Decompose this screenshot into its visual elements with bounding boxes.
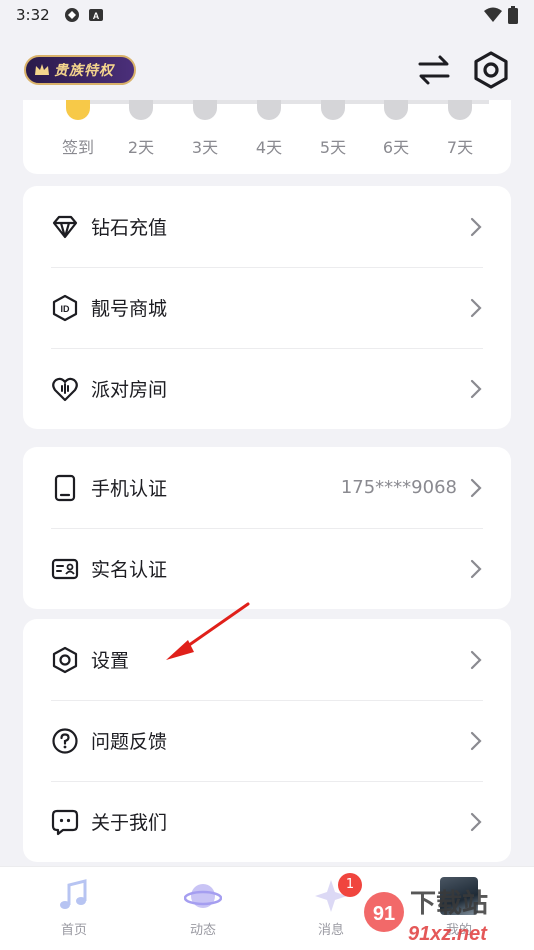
- checkin-coin-icon: [257, 100, 281, 120]
- planet-icon: [184, 884, 222, 908]
- item-label: 手机认证: [91, 478, 168, 500]
- crown-icon: [35, 64, 49, 75]
- settings-icon: [52, 646, 78, 673]
- top-bar: 贵族特权: [0, 44, 534, 100]
- party-room-item[interactable]: 派对房间: [23, 348, 511, 429]
- checkin-day: 4天: [249, 100, 289, 158]
- chevron-right-icon: [470, 298, 482, 317]
- checkin-day-label: 5天: [319, 138, 347, 157]
- item-label: 问题反馈: [91, 731, 168, 753]
- checkin-day: 3天: [185, 100, 225, 158]
- id-badge-icon: ID: [52, 294, 78, 321]
- diamond-recharge-item[interactable]: 钻石充值: [23, 186, 511, 267]
- svg-text:A: A: [92, 11, 99, 21]
- checkin-today-icon: [66, 100, 90, 120]
- checkin-day: 5天: [313, 100, 353, 158]
- account-card: 手机认证 175****9068 实名认证: [23, 447, 511, 609]
- checkin-coin-icon: [129, 100, 153, 120]
- item-label: 实名认证: [91, 559, 168, 581]
- checkin-day-label: 6天: [382, 138, 410, 157]
- avatar: [440, 877, 478, 915]
- checkin-day-label: 2天: [127, 138, 155, 157]
- real-name-verify-item[interactable]: 实名认证: [23, 528, 511, 609]
- settings-icon[interactable]: [471, 50, 511, 90]
- svg-text:ID: ID: [61, 304, 71, 314]
- sync-icon: [64, 8, 79, 22]
- checkin-day-label: 7天: [446, 138, 474, 157]
- nav-label: 首页: [60, 923, 87, 938]
- chevron-right-icon: [470, 812, 482, 831]
- about-us-item[interactable]: 关于我们: [23, 781, 511, 862]
- party-heart-icon: [52, 377, 78, 401]
- checkin-coin-icon: [448, 100, 472, 120]
- chevron-right-icon: [470, 478, 482, 497]
- misc-card: 设置 问题反馈 关于我们: [23, 619, 511, 862]
- status-bar: 3:32 A: [0, 0, 534, 30]
- status-time: 3:32: [16, 6, 50, 24]
- nav-home[interactable]: 首页: [34, 877, 114, 938]
- item-label: 关于我们: [91, 812, 168, 834]
- chevron-right-icon: [470, 650, 482, 669]
- checkin-coin-icon: [193, 100, 217, 120]
- item-label: 钻石充值: [91, 217, 168, 239]
- wifi-icon: [484, 7, 502, 22]
- phone-verify-item[interactable]: 手机认证 175****9068: [23, 447, 511, 528]
- nav-label: 动态: [189, 923, 216, 938]
- checkin-day: 6天: [376, 100, 416, 158]
- item-label: 靓号商城: [91, 298, 168, 320]
- checkin-day-label: 3天: [191, 138, 219, 157]
- nav-messages[interactable]: 1 消息: [291, 873, 371, 938]
- chevron-right-icon: [470, 731, 482, 750]
- swap-icon[interactable]: [414, 50, 454, 90]
- item-label: 派对房间: [91, 379, 168, 401]
- feedback-item[interactable]: 问题反馈: [23, 700, 511, 781]
- pretty-id-shop-item[interactable]: ID 靓号商城: [23, 267, 511, 348]
- checkin-coin-icon: [321, 100, 345, 120]
- nav-me[interactable]: 我的: [419, 877, 499, 938]
- phone-number-value: 175****9068: [340, 477, 457, 498]
- diamond-icon: [52, 215, 78, 238]
- phone-icon: [54, 474, 76, 501]
- chat-bubble-icon: [51, 809, 79, 835]
- id-card-icon: [51, 558, 79, 579]
- vip-privilege-button[interactable]: 贵族特权: [24, 55, 136, 85]
- checkin-day-label: 签到: [61, 138, 94, 157]
- checkin-day: 7天: [440, 100, 480, 158]
- music-note-icon: [60, 879, 87, 909]
- checkin-card: 签到 2天 3天 4天 5天 6天 7天: [23, 100, 511, 174]
- nav-label: 我的: [445, 923, 472, 938]
- checkin-day: 2天: [121, 100, 161, 158]
- chevron-right-icon: [470, 559, 482, 578]
- vip-label: 贵族特权: [54, 63, 114, 79]
- app-a-icon: A: [88, 9, 103, 21]
- services-card: 钻石充值 ID 靓号商城 派对房间: [23, 186, 511, 429]
- bottom-nav: 首页 动态 1 消息 我的: [0, 866, 534, 950]
- battery-icon: [508, 6, 518, 24]
- chevron-right-icon: [470, 217, 482, 236]
- unread-badge: 1: [338, 873, 362, 897]
- nav-feed[interactable]: 动态: [163, 877, 243, 938]
- question-icon: [52, 727, 78, 754]
- checkin-day[interactable]: 签到: [58, 100, 98, 158]
- checkin-day-label: 4天: [255, 138, 283, 157]
- checkin-coin-icon: [384, 100, 408, 120]
- item-label: 设置: [91, 650, 130, 672]
- nav-label: 消息: [317, 923, 344, 938]
- chevron-right-icon: [470, 379, 482, 398]
- settings-item[interactable]: 设置: [23, 619, 511, 700]
